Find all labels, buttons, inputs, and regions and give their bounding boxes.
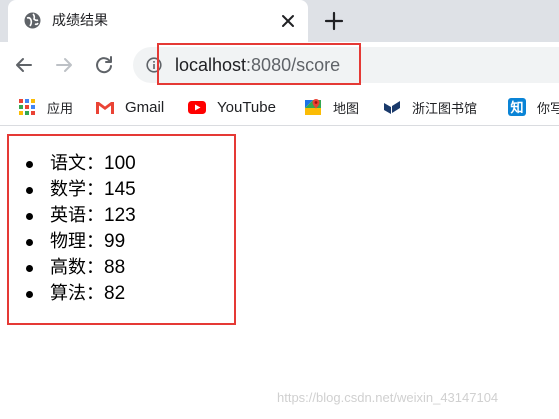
svg-text:知: 知	[510, 100, 523, 116]
url-path: :8080/score	[246, 55, 341, 75]
score-value: 123	[104, 205, 136, 226]
subject-label: 算法	[50, 283, 86, 304]
close-icon[interactable]	[280, 13, 296, 29]
score-value: 145	[104, 179, 136, 200]
bookmark-gmail[interactable]: Gmail	[95, 96, 164, 118]
page-content: 语文：100 数学：145 英语：123 物理：99 高数：88 算法：82	[0, 127, 559, 419]
separator: ：	[86, 257, 104, 278]
browser-tab[interactable]: 成绩结果	[8, 0, 308, 42]
bullet	[26, 291, 33, 298]
bookmark-zhihu[interactable]: 知 你写	[507, 96, 559, 118]
address-bar[interactable]: localhost:8080/score	[133, 47, 559, 83]
bookmarks-bar: 应用 Gmail YouTube 地图 浙江图书馆 知 你写	[0, 88, 559, 126]
library-icon	[384, 101, 400, 114]
bookmark-label: 应用	[47, 101, 74, 117]
subject-label: 高数	[50, 257, 86, 278]
score-value: 100	[104, 153, 136, 174]
subject-label: 语文	[50, 153, 86, 174]
bookmark-label: YouTube	[217, 98, 276, 116]
bullet	[26, 239, 33, 246]
bookmark-label: Gmail	[125, 98, 165, 116]
watermark: https://blog.csdn.net/weixin_43147104	[277, 390, 499, 405]
bullet	[26, 161, 33, 168]
bullet	[26, 213, 33, 220]
bookmark-youtube[interactable]: YouTube	[187, 96, 276, 118]
bookmark-apps[interactable]: 应用	[17, 96, 73, 118]
new-tab-icon[interactable]	[324, 11, 344, 31]
subject-label: 物理	[50, 231, 86, 252]
apps-grid-icon	[19, 99, 35, 115]
tab-title: 成绩结果	[52, 13, 108, 29]
back-icon[interactable]	[12, 53, 36, 77]
subject-label: 英语	[50, 205, 86, 226]
maps-icon	[305, 99, 321, 115]
subject-label: 数学	[50, 179, 86, 200]
bullet	[26, 187, 33, 194]
globe-icon	[24, 12, 41, 29]
separator: ：	[86, 179, 104, 200]
bookmark-label: 你写	[537, 101, 559, 117]
forward-icon[interactable]	[52, 53, 76, 77]
info-icon[interactable]	[146, 57, 162, 73]
separator: ：	[86, 205, 104, 226]
score-value: 82	[104, 283, 126, 304]
youtube-icon	[188, 101, 206, 114]
browser-toolbar: localhost:8080/score	[0, 42, 559, 88]
separator: ：	[86, 283, 104, 304]
separator: ：	[86, 231, 104, 252]
gmail-icon	[96, 101, 114, 114]
score-value: 88	[104, 257, 126, 278]
bookmark-maps[interactable]: 地图	[303, 96, 359, 118]
bookmark-zhejiang-library[interactable]: 浙江图书馆	[382, 96, 477, 118]
separator: ：	[86, 153, 104, 174]
bookmark-label: 浙江图书馆	[412, 101, 478, 117]
reload-icon[interactable]	[92, 53, 116, 77]
score-value: 99	[104, 231, 126, 252]
url-host: localhost	[175, 55, 247, 75]
bookmark-label: 地图	[333, 101, 360, 117]
tab-strip: 成绩结果	[0, 0, 559, 42]
bullet	[26, 265, 33, 272]
zhihu-icon: 知	[508, 98, 526, 116]
url-text[interactable]: localhost:8080/score	[175, 55, 340, 75]
